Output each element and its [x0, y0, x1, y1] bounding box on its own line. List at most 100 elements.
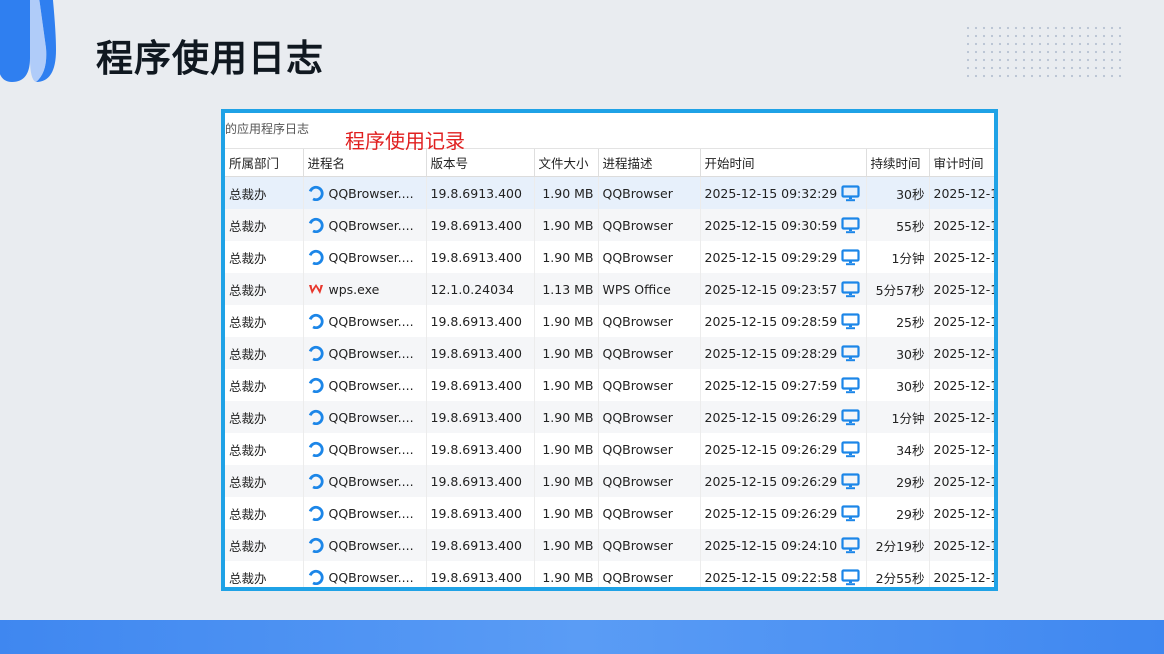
cell-version: 19.8.6913.400	[426, 465, 535, 497]
column-header-audit-time[interactable]: 审计时间	[929, 149, 994, 177]
monitor-icon[interactable]	[840, 280, 860, 298]
table-header-row: 所属部门 进程名 版本号 文件大小 进程描述 开始时间 持续时间 审计时间	[225, 149, 994, 177]
monitor-icon[interactable]	[840, 344, 860, 362]
screenshot-frame: 的应用程序日志 程序使用记录 所属部门 进程名 版本号 文件大小 进程描述 开始…	[221, 109, 998, 591]
monitor-icon[interactable]	[840, 312, 860, 330]
table-row[interactable]: 总裁办 QQBrowser.... 19.8.6913.400 1.90 MB QQBr…	[225, 433, 994, 465]
column-header-description[interactable]: 进程描述	[598, 149, 701, 177]
cell-size: 1.90 MB	[534, 241, 599, 273]
cell-start-time: 2025-12-15 09:30:59	[700, 209, 867, 241]
monitor-icon[interactable]	[840, 216, 860, 234]
cell-size: 1.90 MB	[534, 433, 599, 465]
monitor-icon[interactable]	[840, 472, 860, 490]
annotation-label: 程序使用记录	[345, 129, 465, 153]
cell-dept: 总裁办	[225, 241, 304, 273]
cell-size: 1.90 MB	[534, 369, 599, 401]
monitor-icon[interactable]	[840, 408, 860, 426]
cell-dept: 总裁办	[225, 369, 304, 401]
column-header-size[interactable]: 文件大小	[534, 149, 599, 177]
column-header-process[interactable]: 进程名	[303, 149, 427, 177]
qqbrowser-icon	[307, 345, 324, 362]
qqbrowser-icon	[307, 569, 324, 586]
process-name: QQBrowser....	[328, 409, 414, 425]
table-row[interactable]: 总裁办 QQBrowser.... 19.8.6913.400 1.90 MB QQBr…	[225, 529, 994, 561]
process-name: QQBrowser....	[328, 313, 414, 329]
table-row[interactable]: 总裁办 QQBrowser.... 19.8.6913.400 1.90 MB QQBr…	[225, 176, 994, 209]
column-header-duration[interactable]: 持续时间	[866, 149, 930, 177]
table-row[interactable]: 总裁办 QQBrowser.... 19.8.6913.400 1.90 MB QQBr…	[225, 561, 994, 587]
qqbrowser-icon	[307, 505, 324, 522]
process-name: QQBrowser....	[328, 185, 414, 201]
cell-description: QQBrowser	[598, 176, 701, 209]
table-row[interactable]: 总裁办 QQBrowser.... 19.8.6913.400 1.90 MB QQBr…	[225, 337, 994, 369]
table-row[interactable]: 总裁办 QQBrowser.... 19.8.6913.400 1.90 MB QQBr…	[225, 209, 994, 241]
cell-description: QQBrowser	[598, 497, 701, 529]
start-time-text: 2025-12-15 09:22:58	[704, 569, 838, 585]
cell-description: QQBrowser	[598, 561, 701, 587]
cell-size: 1.90 MB	[534, 529, 599, 561]
cell-start-time: 2025-12-15 09:32:29	[700, 176, 867, 209]
cell-version: 19.8.6913.400	[426, 529, 535, 561]
slide-title: 程序使用日志	[96, 37, 324, 80]
cell-size: 1.90 MB	[534, 561, 599, 587]
cell-version: 19.8.6913.400	[426, 561, 535, 587]
cell-version: 19.8.6913.400	[426, 337, 535, 369]
cell-description: QQBrowser	[598, 209, 701, 241]
table-row[interactable]: 总裁办 QQBrowser.... 19.8.6913.400 1.90 MB QQBr…	[225, 241, 994, 273]
monitor-icon[interactable]	[840, 536, 860, 554]
monitor-icon[interactable]	[840, 248, 860, 266]
table-row[interactable]: 总裁办 QQBrowser.... 19.8.6913.400 1.90 MB QQBr…	[225, 401, 994, 433]
cell-version: 19.8.6913.400	[426, 433, 535, 465]
cell-audit-time: 2025-12-1	[929, 529, 994, 561]
cell-size: 1.90 MB	[534, 497, 599, 529]
cell-process: QQBrowser....	[303, 465, 427, 497]
cell-process: QQBrowser....	[303, 337, 427, 369]
process-name: QQBrowser....	[328, 217, 414, 233]
cell-audit-time: 2025-12-1	[929, 337, 994, 369]
wps-icon	[308, 281, 324, 297]
cell-version: 19.8.6913.400	[426, 497, 535, 529]
cell-duration: 55秒	[866, 209, 930, 241]
table-row[interactable]: 总裁办 QQBrowser.... 19.8.6913.400 1.90 MB QQBr…	[225, 465, 994, 497]
qqbrowser-icon	[307, 217, 324, 234]
cell-duration: 29秒	[866, 465, 930, 497]
cell-duration: 34秒	[866, 433, 930, 465]
start-time-text: 2025-12-15 09:27:59	[704, 377, 838, 393]
cell-size: 1.90 MB	[534, 209, 599, 241]
cell-dept: 总裁办	[225, 337, 304, 369]
table-row[interactable]: 总裁办 wps.exe 12.1.0.24034 1.13 MB WPS Office 2…	[225, 273, 994, 305]
cell-duration: 2分55秒	[866, 561, 930, 587]
table-row[interactable]: 总裁办 QQBrowser.... 19.8.6913.400 1.90 MB QQBr…	[225, 497, 994, 529]
cell-audit-time: 2025-12-1	[929, 176, 994, 209]
cell-version: 19.8.6913.400	[426, 176, 535, 209]
qqbrowser-icon	[307, 249, 324, 266]
monitor-icon[interactable]	[840, 184, 860, 202]
cell-start-time: 2025-12-15 09:26:29	[700, 401, 867, 433]
qqbrowser-icon	[307, 473, 324, 490]
monitor-icon[interactable]	[840, 440, 860, 458]
window-title: 的应用程序日志	[225, 113, 994, 149]
cell-description: QQBrowser	[598, 433, 701, 465]
qqbrowser-icon	[307, 537, 324, 554]
cell-duration: 2分19秒	[866, 529, 930, 561]
column-header-dept[interactable]: 所属部门	[225, 149, 304, 177]
cell-dept: 总裁办	[225, 401, 304, 433]
process-name: QQBrowser....	[328, 377, 414, 393]
monitor-icon[interactable]	[840, 376, 860, 394]
monitor-icon[interactable]	[840, 568, 860, 586]
table-row[interactable]: 总裁办 QQBrowser.... 19.8.6913.400 1.90 MB QQBr…	[225, 305, 994, 337]
cell-audit-time: 2025-12-1	[929, 305, 994, 337]
column-header-start-time[interactable]: 开始时间	[700, 149, 867, 177]
column-header-version[interactable]: 版本号	[426, 149, 535, 177]
cell-process: QQBrowser....	[303, 561, 427, 587]
cell-start-time: 2025-12-15 09:26:29	[700, 497, 867, 529]
cell-process: QQBrowser....	[303, 241, 427, 273]
qqbrowser-icon	[307, 185, 324, 202]
start-time-text: 2025-12-15 09:28:59	[704, 313, 838, 329]
app-log-table: 所属部门 进程名 版本号 文件大小 进程描述 开始时间 持续时间 审计时间 总裁…	[225, 149, 994, 587]
cell-dept: 总裁办	[225, 305, 304, 337]
cell-version: 19.8.6913.400	[426, 305, 535, 337]
cell-audit-time: 2025-12-1	[929, 241, 994, 273]
table-row[interactable]: 总裁办 QQBrowser.... 19.8.6913.400 1.90 MB QQBr…	[225, 369, 994, 401]
monitor-icon[interactable]	[840, 504, 860, 522]
